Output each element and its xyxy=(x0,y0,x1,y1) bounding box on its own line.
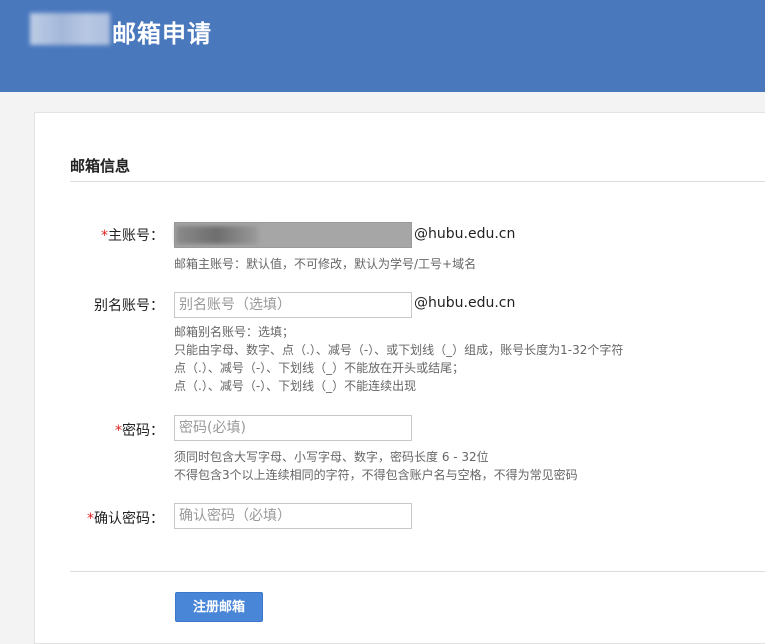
hint-line: 点（.）、减号（-）、下划线（_）不能放在开头或结尾； xyxy=(174,361,465,375)
required-mark: * xyxy=(115,423,122,439)
hint-line: 不得包含3个以上连续相同的字符，不得包含账户名与空格，不得为常见密码 xyxy=(174,468,578,482)
password-label: *密码： xyxy=(115,423,164,439)
alias-account-hints: 邮箱别名账号：选填； 只能由字母、数字、点（.）、减号（-）、或下划线（_）组成… xyxy=(174,323,623,395)
main-account-label: *主账号： xyxy=(101,228,164,244)
hint-line: 邮箱别名账号：选填； xyxy=(174,325,295,339)
alias-account-label: 别名账号： xyxy=(94,298,164,314)
page-header: 邮箱申请 xyxy=(0,0,765,92)
logo xyxy=(30,13,110,45)
register-mailbox-button[interactable]: 注册邮箱 xyxy=(175,592,263,622)
section-divider xyxy=(70,181,765,182)
main-account-domain: @hubu.edu.cn xyxy=(414,226,516,242)
confirm-password-label: *确认密码： xyxy=(87,511,164,527)
main-account-hint: 邮箱主账号：默认值，不可修改，默认为学号/工号+域名 xyxy=(174,257,477,271)
required-mark: * xyxy=(87,511,94,527)
main-account-redacted xyxy=(176,226,258,244)
page-title: 邮箱申请 xyxy=(112,20,212,48)
password-input[interactable]: 密码(必填) xyxy=(174,415,412,441)
form-divider xyxy=(70,571,765,572)
section-title: 邮箱信息 xyxy=(70,157,131,175)
alias-account-domain: @hubu.edu.cn xyxy=(414,295,516,311)
password-hints: 须同时包含大写字母、小写字母、数字，密码长度 6 - 32位 不得包含3个以上连… xyxy=(174,448,578,484)
hint-line: 只能由字母、数字、点（.）、减号（-）、或下划线（_）组成，账号长度为1-32个… xyxy=(174,343,624,357)
alias-account-input[interactable]: 别名账号（选填） xyxy=(174,292,412,318)
confirm-password-input[interactable]: 确认密码（必填） xyxy=(174,503,412,529)
required-mark: * xyxy=(101,228,108,244)
hint-line: 须同时包含大写字母、小写字母、数字，密码长度 6 - 32位 xyxy=(174,450,489,464)
hint-line: 点（.）、减号（-）、下划线（_）不能连续出现 xyxy=(174,379,417,393)
